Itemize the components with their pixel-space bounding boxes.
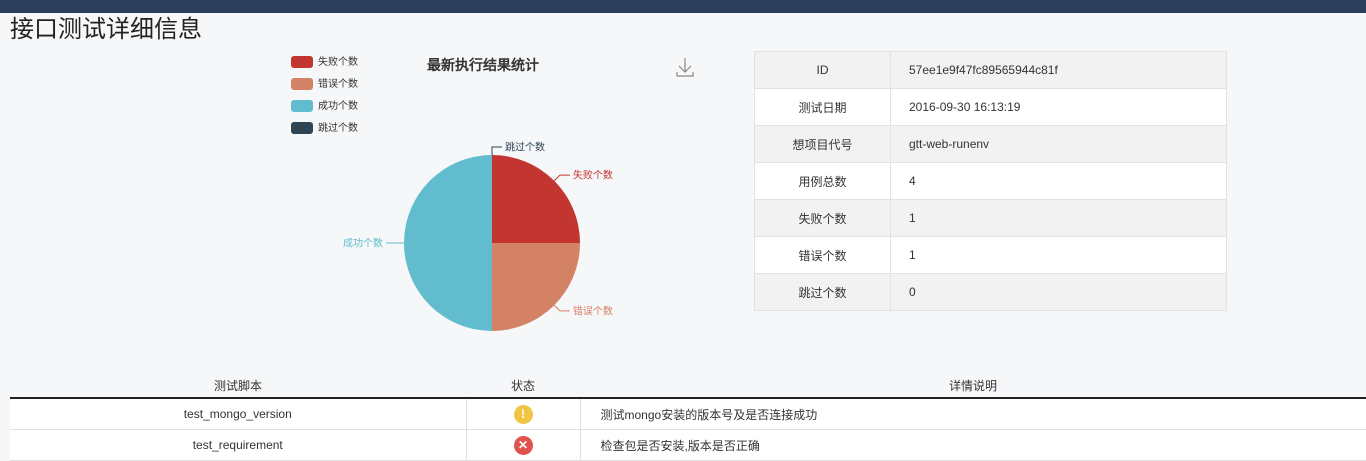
chart-legend: 失败个数 错误个数 成功个数 跳过个数 <box>291 55 358 134</box>
info-row: 失败个数 1 <box>754 199 1227 237</box>
warning-icon: ! <box>513 404 533 424</box>
legend-label-skip[interactable]: 跳过个数 <box>318 121 358 134</box>
legend-label-error[interactable]: 错误个数 <box>318 77 358 90</box>
pie-label-error: 错误个数 <box>573 304 613 317</box>
info-key: ID <box>754 51 891 89</box>
info-key: 错误个数 <box>754 236 891 274</box>
error-icon: ✕ <box>513 435 533 455</box>
top-bar <box>0 0 1366 13</box>
info-key: 用例总数 <box>754 162 891 200</box>
pie-slices <box>404 155 580 331</box>
column-header-script: 测试脚本 <box>10 373 466 399</box>
detail-text: 检查包是否安装,版本是否正确 <box>580 429 1366 461</box>
info-row: ID 57ee1e9f47fc89565944c81f <box>754 51 1227 89</box>
status-cell: ! <box>466 398 581 430</box>
script-name: test_mongo_version <box>10 398 467 430</box>
info-row: 错误个数 1 <box>754 236 1227 274</box>
legend-swatch-skip[interactable] <box>291 122 313 134</box>
info-key: 跳过个数 <box>754 273 891 311</box>
info-value: 2016-09-30 16:13:19 <box>890 88 1227 126</box>
legend-swatch-error[interactable] <box>291 78 313 90</box>
info-row: 测试日期 2016-09-30 16:13:19 <box>754 88 1227 126</box>
download-icon[interactable] <box>676 58 694 77</box>
pie-leader-line-error <box>553 304 570 312</box>
pie-leader-line-fail <box>553 174 570 182</box>
info-row: 用例总数 4 <box>754 162 1227 200</box>
table-row: test_requirement ✕ 检查包是否安装,版本是否正确 <box>10 429 1366 461</box>
pie-slice-fail[interactable] <box>492 155 580 243</box>
results-table: 测试脚本 状态 详情说明 test_mongo_version ! 测试mong… <box>10 373 1366 461</box>
script-name: test_requirement <box>10 429 467 461</box>
pie-slice-success[interactable] <box>404 155 492 331</box>
info-value: 1 <box>890 199 1227 237</box>
page-title: 接口测试详细信息 <box>10 15 202 43</box>
info-value: 1 <box>890 236 1227 274</box>
pie-label-skip: 跳过个数 <box>505 141 545 154</box>
pie-slice-error[interactable] <box>492 243 580 331</box>
status-cell: ✕ <box>466 429 581 461</box>
column-header-detail: 详情说明 <box>580 373 1366 399</box>
info-value: gtt-web-runenv <box>890 125 1227 163</box>
legend-swatch-success[interactable] <box>291 100 313 112</box>
legend-label-success[interactable]: 成功个数 <box>318 99 358 112</box>
info-value: 0 <box>890 273 1227 311</box>
detail-text: 测试mongo安装的版本号及是否连接成功 <box>580 398 1366 430</box>
info-row: 跳过个数 0 <box>754 273 1227 311</box>
info-value: 4 <box>890 162 1227 200</box>
results-header-row: 测试脚本 状态 详情说明 <box>10 373 1366 399</box>
info-value: 57ee1e9f47fc89565944c81f <box>890 51 1227 89</box>
legend-swatch-fail[interactable] <box>291 56 313 68</box>
info-key: 测试日期 <box>754 88 891 126</box>
test-info-table: ID 57ee1e9f47fc89565944c81f 测试日期 2016-09-3… <box>754 51 1227 311</box>
pie-leader-line-skip <box>491 146 502 155</box>
chart-title: 最新执行结果统计 <box>427 57 539 74</box>
pie-label-success: 成功个数 <box>343 237 383 250</box>
info-key: 失败个数 <box>754 199 891 237</box>
table-row: test_mongo_version ! 测试mongo安装的版本号及是否连接成… <box>10 398 1366 430</box>
info-key: 想项目代号 <box>754 125 891 163</box>
pie-label-fail: 失败个数 <box>573 169 613 182</box>
column-header-status: 状态 <box>466 373 580 399</box>
result-pie-chart: 失败个数 错误个数 成功个数 跳过个数 最新执行结果统计 失败个数错误个数成功个… <box>291 55 694 331</box>
info-row: 想项目代号 gtt-web-runenv <box>754 125 1227 163</box>
legend-label-fail[interactable]: 失败个数 <box>318 55 358 68</box>
